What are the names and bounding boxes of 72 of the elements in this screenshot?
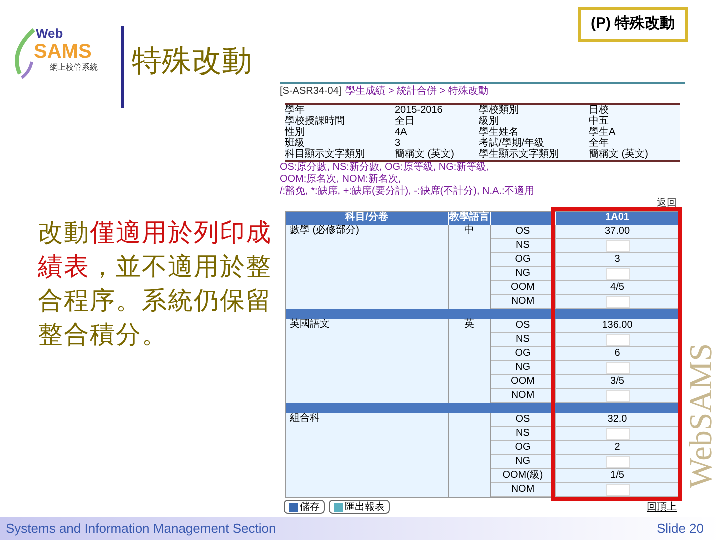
info-value: 學生A [589, 127, 617, 138]
column-header: 科目/分卷 [286, 212, 449, 225]
info-label: 學年 [285, 105, 305, 116]
code-cell: OOM [491, 281, 556, 295]
score-cell: 4/5 [610, 282, 624, 293]
score-input[interactable] [606, 268, 630, 280]
score-cell: 32.0 [608, 414, 628, 425]
score-input[interactable] [606, 240, 630, 252]
breadcrumb: 學生成績 > 統計合併 > 特殊改動 [346, 86, 488, 98]
code-cell: OS [491, 413, 556, 427]
score-cell: 1/5 [610, 470, 624, 481]
legend-text: /:豁免, *:缺席, +:缺席(要分計), -:缺席(不計分), N.A.:不適用 [280, 186, 536, 198]
code-cell: NS [491, 239, 556, 253]
info-label: 學生顯示文字類別 [479, 149, 560, 160]
info-label: 學校授課時間 [285, 116, 346, 128]
section-tag: (P) 特殊改動 [578, 7, 688, 42]
slide-title: 特殊改動 [132, 44, 252, 80]
score-input[interactable] [606, 390, 630, 402]
code-cell: NG [491, 455, 556, 469]
info-value: 中五 [589, 116, 609, 128]
info-label: 學校類別 [479, 105, 520, 116]
info-value: 全日 [395, 116, 416, 128]
info-value: 3 [395, 138, 401, 150]
score-input[interactable] [606, 334, 630, 346]
info-label: 級別 [479, 116, 499, 128]
save-button[interactable]: 儲存 [284, 500, 325, 514]
score-input[interactable] [606, 362, 630, 374]
code-cell: NOM [491, 483, 556, 497]
subject-cell: 組合科 [286, 413, 449, 497]
legend-text: OOM:原名次, NOM:新名次, [280, 174, 402, 186]
score-input[interactable] [606, 484, 630, 496]
code-cell: OOM [491, 375, 556, 389]
code-cell: NS [491, 333, 556, 347]
code-cell: OG [491, 347, 556, 361]
column-header: 教學語言 [449, 212, 491, 225]
code-cell: NG [491, 267, 556, 281]
footer-text: Systems and Information Management Section [6, 520, 276, 538]
info-label: 學生姓名 [479, 127, 519, 138]
score-cell: 37.00 [604, 226, 630, 237]
code-cell: OS [491, 319, 556, 333]
logo: Web SAMS 網上校管系統 [8, 22, 118, 82]
legend-text: OS:原分數, NS:新分數, OG:原等級, NG:新等級, [280, 162, 490, 174]
info-value: 日校 [589, 105, 610, 116]
score-input[interactable] [606, 456, 630, 468]
info-value: 4A [395, 127, 408, 138]
info-label: 科目顯示文字類別 [285, 149, 366, 160]
note-text: 改動僅適用於列印成績表，並不適用於整合程序。系統仍保留整合積分。 [38, 218, 273, 351]
score-cell: 2 [614, 442, 620, 453]
score-cell: 3 [614, 254, 620, 265]
code-cell: OG [491, 253, 556, 267]
report-button[interactable]: 匯出報表 [329, 500, 390, 514]
page-code: [S-ASR34-04] [280, 86, 342, 98]
score-cell: 3/5 [610, 376, 624, 387]
code-cell: OS [491, 225, 556, 239]
top-link[interactable]: 回頂上 [647, 502, 685, 512]
code-cell: NS [491, 427, 556, 441]
info-value: 全年 [589, 138, 609, 150]
info-label: 性別 [285, 127, 306, 138]
info-label: 班級 [285, 138, 305, 150]
code-cell: NG [491, 361, 556, 375]
column-header: 1A01 [604, 212, 630, 225]
code-cell: OOM(級) [491, 469, 556, 483]
code-cell: OG [491, 441, 556, 455]
info-label: 考試/學期/年級 [479, 138, 545, 150]
score-input[interactable] [606, 296, 630, 308]
info-value: 2015-2016 [395, 105, 444, 116]
score-input[interactable] [606, 428, 630, 440]
info-value: 簡稱文 (英文) [589, 149, 650, 160]
slide-number: Slide 20 [657, 520, 705, 538]
info-value: 簡稱文 (英文) [395, 149, 456, 160]
score-cell: 6 [614, 348, 620, 359]
score-cell: 136.00 [602, 320, 633, 331]
